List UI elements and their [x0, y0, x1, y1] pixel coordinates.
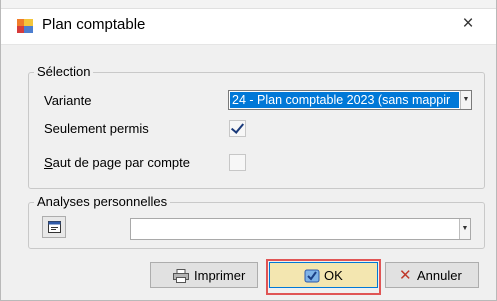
ok-button-label: OK	[324, 268, 343, 283]
cancel-x-icon: ✕	[399, 267, 412, 284]
title-bar: Plan comptable ×	[1, 0, 496, 45]
analyses-group-legend: Analyses personnelles	[34, 194, 171, 209]
cancel-button[interactable]: ✕ Annuler	[385, 262, 479, 288]
ok-icon	[304, 269, 320, 283]
cancel-button-label: Annuler	[417, 268, 462, 283]
saut-de-page-label: Saut de page par compte	[44, 155, 190, 170]
title-bar-top-edge	[1, 0, 496, 9]
app-icon	[17, 19, 33, 33]
chevron-down-icon[interactable]: ▼	[460, 91, 471, 109]
close-icon: ×	[462, 13, 474, 34]
ok-button[interactable]: OK	[269, 262, 378, 288]
variante-select[interactable]: 24 - Plan comptable 2023 (sans mappir ▼	[228, 90, 472, 110]
window-edit-icon	[48, 221, 61, 233]
close-button[interactable]: ×	[453, 13, 483, 37]
variante-selected-value: 24 - Plan comptable 2023 (sans mappir	[230, 92, 459, 108]
printer-icon	[173, 269, 189, 283]
selection-group-legend: Sélection	[34, 64, 94, 79]
print-button[interactable]: Imprimer	[150, 262, 258, 288]
analyses-combo[interactable]: ▼	[130, 218, 471, 240]
seulement-permis-checkbox[interactable]	[229, 120, 246, 137]
analyses-edit-button[interactable]	[42, 216, 66, 238]
variante-label: Variante	[44, 93, 92, 108]
print-button-label: Imprimer	[194, 268, 246, 283]
window-title: Plan comptable	[42, 16, 146, 33]
seulement-permis-label: Seulement permis	[44, 121, 149, 136]
saut-de-page-checkbox[interactable]	[229, 154, 246, 171]
dialog-window: Plan comptable × Sélection Variante 24 -…	[0, 0, 497, 301]
chevron-down-icon[interactable]: ▼	[459, 219, 470, 239]
